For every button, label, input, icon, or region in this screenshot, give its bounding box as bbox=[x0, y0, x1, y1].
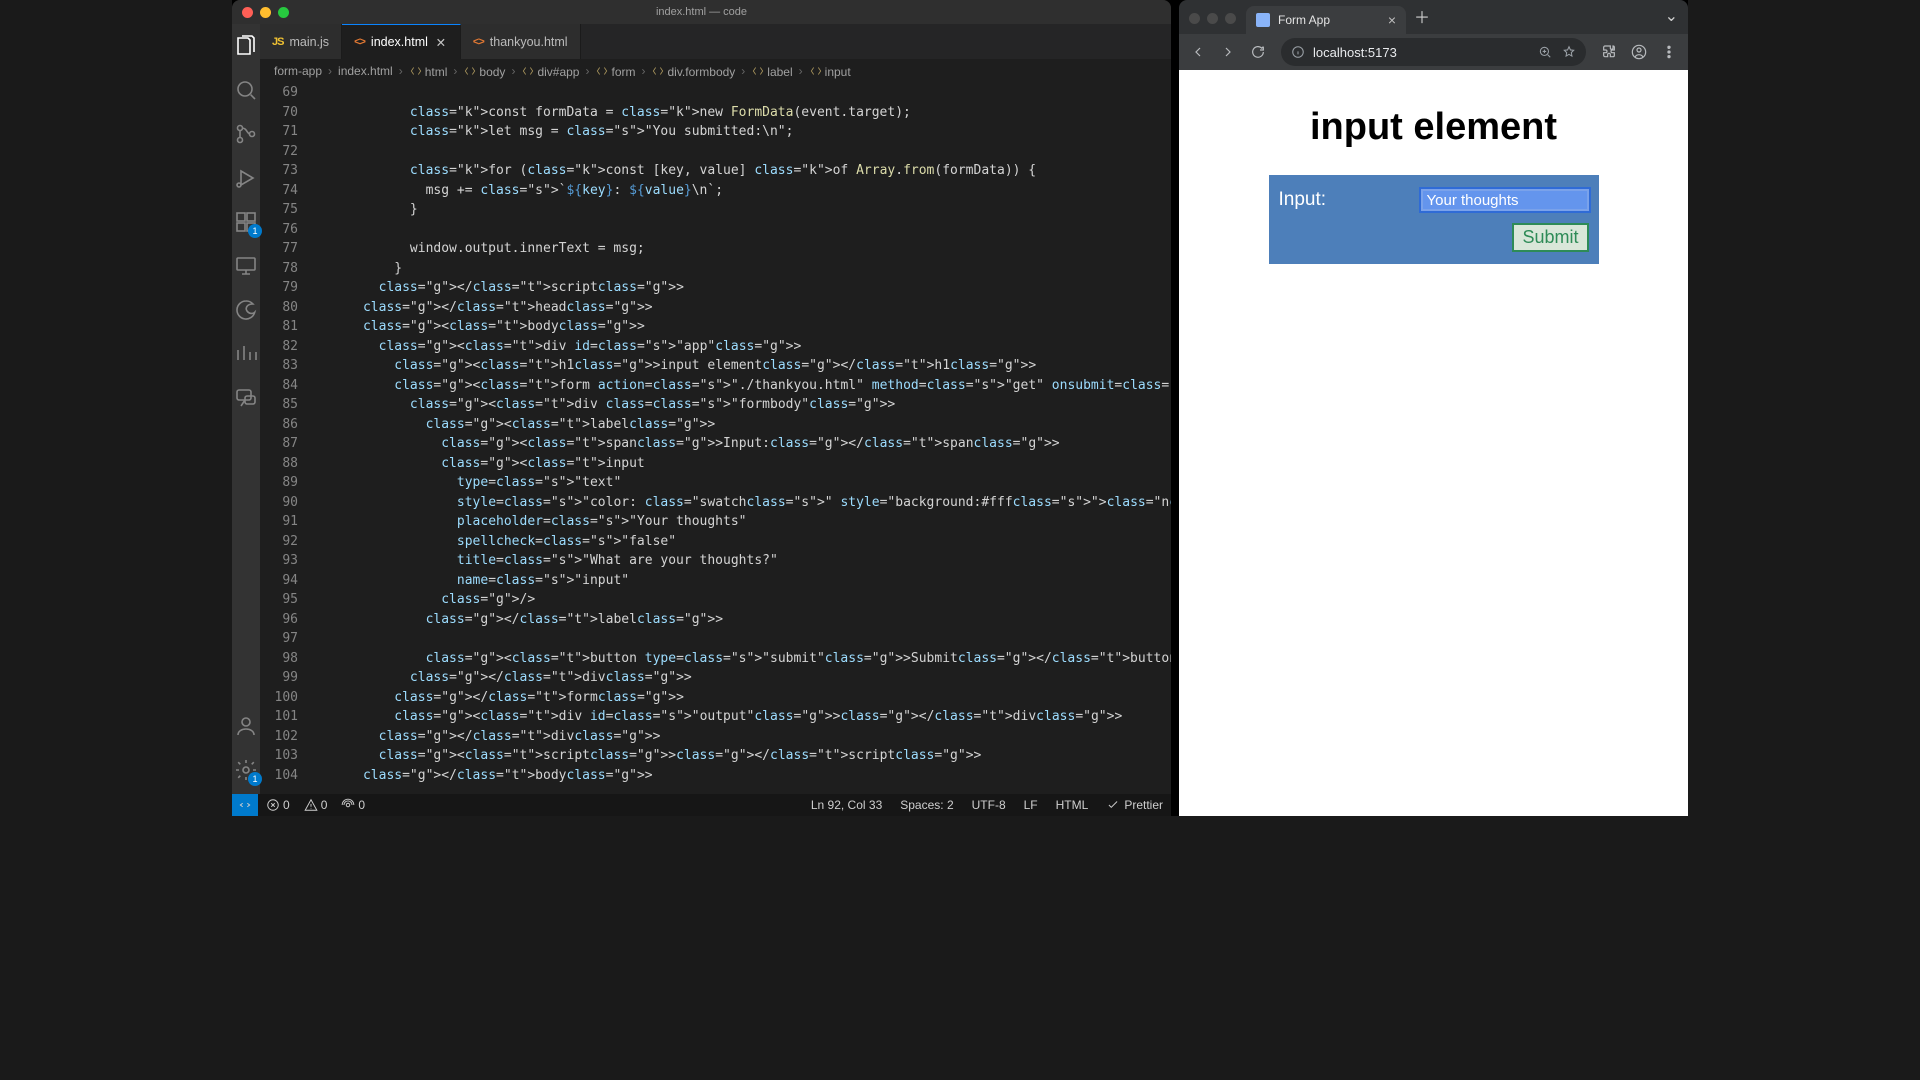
favicon-icon bbox=[1256, 13, 1270, 27]
nav-reload-icon[interactable] bbox=[1245, 39, 1271, 65]
close-icon[interactable]: × bbox=[1388, 13, 1396, 27]
file-icon-html: <> bbox=[473, 36, 484, 48]
code-editor[interactable]: 6970717273747576777879808182838485868788… bbox=[260, 83, 1171, 794]
code-content[interactable]: class="k">const formData = class="k">new… bbox=[316, 83, 1171, 785]
vscode-window: index.html — code 1 bbox=[232, 0, 1171, 816]
search-icon[interactable] bbox=[232, 76, 260, 104]
submit-button[interactable]: Submit bbox=[1512, 223, 1588, 252]
breadcrumb-item: label bbox=[751, 64, 792, 79]
file-icon-js: JS bbox=[272, 36, 283, 48]
status-encoding[interactable]: UTF-8 bbox=[972, 798, 1006, 812]
editor-tab-row: JS main.js <> index.html ✕ <> thankyou.h… bbox=[260, 24, 1171, 59]
breadcrumb[interactable]: form-app› index.html› html› body› div#ap… bbox=[260, 59, 1171, 83]
remote-explorer-icon[interactable] bbox=[232, 252, 260, 280]
vscode-window-title: index.html — code bbox=[232, 6, 1171, 18]
extensions-puzzle-icon[interactable] bbox=[1596, 39, 1622, 65]
breadcrumb-item: html bbox=[409, 64, 448, 79]
remote-indicator[interactable] bbox=[232, 794, 258, 816]
source-control-icon[interactable] bbox=[232, 120, 260, 148]
status-warnings[interactable]: 0 bbox=[304, 798, 328, 812]
status-lang[interactable]: HTML bbox=[1056, 798, 1089, 812]
status-errors[interactable]: 0 bbox=[266, 798, 290, 812]
chrome-window: Form App × ＋ ⌄ localhost:5173 bbox=[1179, 0, 1688, 816]
breadcrumb-item: form bbox=[595, 64, 635, 79]
breadcrumb-item: body bbox=[463, 64, 505, 79]
input-label: Input: bbox=[1279, 189, 1327, 211]
line-gutter: 6970717273747576777879808182838485868788… bbox=[260, 83, 316, 785]
status-bar: 0 0 0 Ln 92, Col 33 Spaces: 2 UTF-8 LF H… bbox=[232, 794, 1171, 816]
browser-viewport: input element Input: Submit bbox=[1179, 70, 1688, 816]
edge-tools-icon[interactable] bbox=[232, 296, 260, 324]
file-icon-html: <> bbox=[354, 36, 365, 48]
explorer-icon[interactable] bbox=[232, 32, 260, 60]
chrome-tabstrip: Form App × ＋ ⌄ bbox=[1179, 0, 1688, 34]
breadcrumb-item: div#app bbox=[521, 64, 579, 79]
tab-overflow-icon[interactable]: ⌄ bbox=[1665, 6, 1678, 26]
nav-forward-icon[interactable] bbox=[1215, 39, 1241, 65]
run-debug-icon[interactable] bbox=[232, 164, 260, 192]
traffic-zoom[interactable] bbox=[1225, 13, 1236, 24]
tab-label: main.js bbox=[289, 35, 329, 49]
tab-main-js[interactable]: JS main.js bbox=[260, 24, 342, 59]
profile-avatar-icon[interactable] bbox=[1626, 39, 1652, 65]
site-info-icon[interactable] bbox=[1291, 45, 1305, 59]
tab-label: index.html bbox=[371, 35, 428, 49]
nav-back-icon[interactable] bbox=[1185, 39, 1211, 65]
vscode-titlebar: index.html — code bbox=[232, 0, 1171, 24]
accounts-icon[interactable] bbox=[232, 712, 260, 740]
omnibox-url: localhost:5173 bbox=[1313, 45, 1397, 60]
close-icon[interactable]: ✕ bbox=[434, 35, 448, 49]
activity-bar: 1 bbox=[232, 24, 260, 794]
form-card: Input: Submit bbox=[1269, 175, 1599, 264]
status-eol[interactable]: LF bbox=[1024, 798, 1038, 812]
tab-index-html[interactable]: <> index.html ✕ bbox=[342, 24, 461, 59]
breadcrumb-item[interactable]: form-app bbox=[274, 64, 322, 78]
status-cursor[interactable]: Ln 92, Col 33 bbox=[811, 798, 882, 812]
feedback-panel-icon[interactable] bbox=[232, 384, 260, 412]
page-heading: input element bbox=[1310, 106, 1557, 149]
bookmark-star-icon[interactable] bbox=[1562, 45, 1576, 59]
kebab-menu-icon[interactable] bbox=[1656, 39, 1682, 65]
tab-thankyou-html[interactable]: <> thankyou.html bbox=[461, 24, 581, 59]
breadcrumb-item[interactable]: index.html bbox=[338, 64, 393, 78]
settings-gear-icon[interactable]: 1 bbox=[232, 756, 260, 784]
status-formatter[interactable]: Prettier bbox=[1106, 798, 1163, 812]
traffic-minimize[interactable] bbox=[1207, 13, 1218, 24]
thoughts-input[interactable] bbox=[1421, 189, 1589, 211]
chrome-toolbar: localhost:5173 bbox=[1179, 34, 1688, 70]
breadcrumb-item: input bbox=[809, 64, 851, 79]
browser-tab[interactable]: Form App × bbox=[1246, 6, 1406, 34]
tab-label: thankyou.html bbox=[490, 35, 568, 49]
status-spaces[interactable]: Spaces: 2 bbox=[900, 798, 953, 812]
traffic-close[interactable] bbox=[1189, 13, 1200, 24]
new-tab-button[interactable]: ＋ bbox=[1414, 4, 1430, 28]
omnibox[interactable]: localhost:5173 bbox=[1281, 38, 1586, 66]
zoom-icon[interactable] bbox=[1538, 45, 1552, 59]
graph-panel-icon[interactable] bbox=[232, 340, 260, 368]
browser-tab-title: Form App bbox=[1278, 13, 1330, 27]
status-ports[interactable]: 0 bbox=[341, 798, 365, 812]
extensions-icon[interactable]: 1 bbox=[232, 208, 260, 236]
breadcrumb-item: div.formbody bbox=[651, 64, 735, 79]
